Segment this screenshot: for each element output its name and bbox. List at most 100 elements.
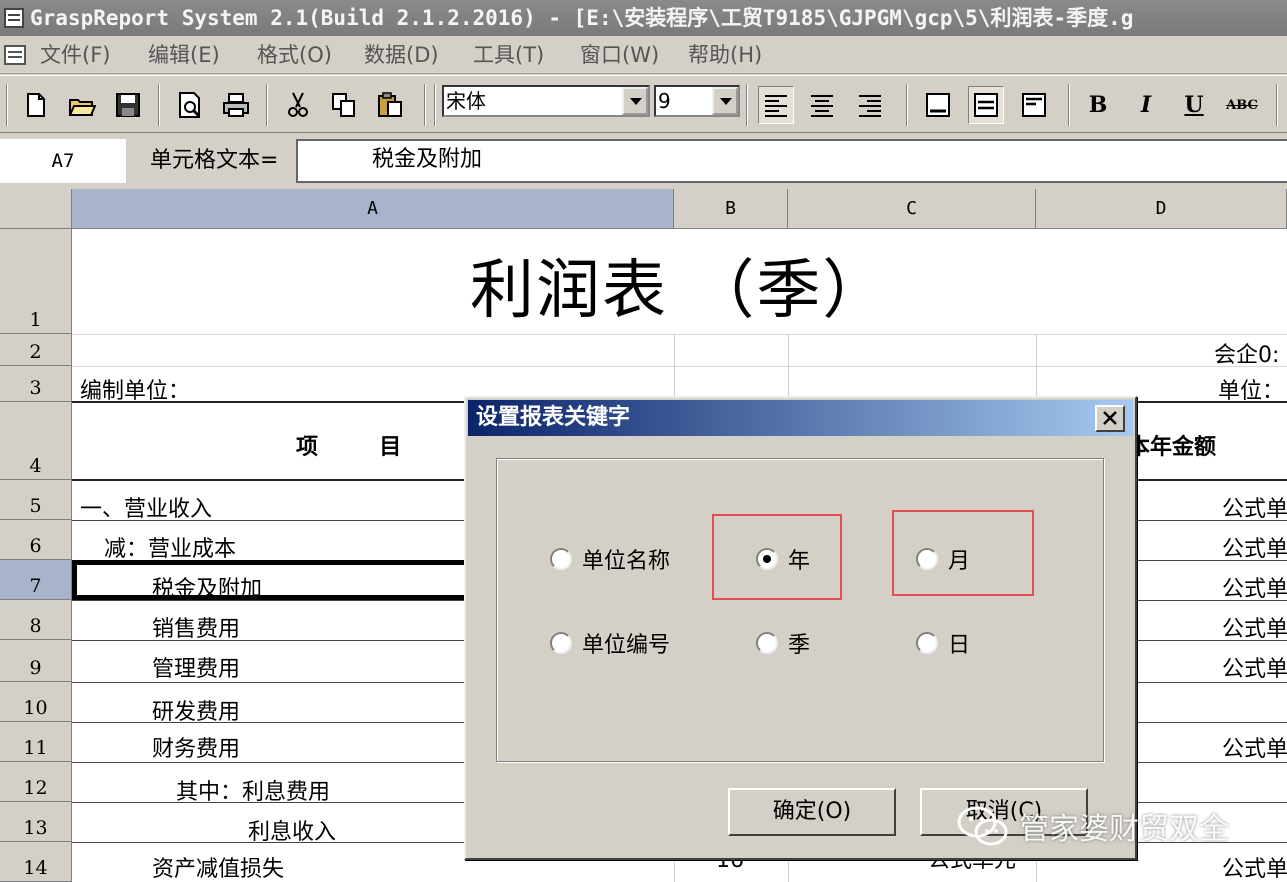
menu-tools[interactable]: 工具(T) [473, 36, 544, 74]
paste-button[interactable] [372, 86, 408, 124]
window-title-bar: GraspReport System 2.1(Build 2.1.2.2016)… [0, 0, 1287, 36]
cell-a5: 一、营业收入 [80, 497, 213, 522]
menu-data[interactable]: 数据(D) [364, 36, 439, 74]
watermark-text: 管家婆财贸双全 [1019, 812, 1229, 847]
row-header[interactable]: 2 [0, 334, 72, 366]
toolbar-separator [158, 84, 160, 126]
column-header-c[interactable]: C [788, 189, 1036, 229]
row-header[interactable]: 9 [0, 640, 72, 682]
font-size-select[interactable]: 9 [654, 85, 740, 117]
row-header[interactable]: 11 [0, 722, 72, 762]
menu-help[interactable]: 帮助(H) [688, 36, 762, 74]
row-header[interactable]: 1 [0, 229, 72, 334]
document-icon[interactable] [4, 45, 26, 65]
column-header-d[interactable]: D [1036, 189, 1287, 229]
cell-text-input[interactable]: 税金及附加 [296, 139, 1287, 183]
radio-unit-name[interactable]: 单位名称 [550, 543, 670, 575]
cell-d4-header: 本年金额 [1128, 435, 1217, 460]
chevron-down-icon[interactable] [712, 87, 738, 115]
radio-label: 日 [948, 633, 971, 658]
scissors-icon [288, 92, 308, 117]
radio-circle[interactable] [916, 632, 938, 654]
cell-a12: 其中：利息费用 [176, 780, 331, 805]
radio-circle[interactable] [916, 548, 938, 570]
valign-top-button[interactable] [1016, 86, 1052, 124]
row-header[interactable]: 3 [0, 366, 72, 402]
radio-label: 年 [788, 549, 811, 574]
menu-window[interactable]: 窗口(W) [580, 36, 659, 74]
valign-bottom-button[interactable] [920, 86, 956, 124]
save-icon [116, 93, 140, 117]
font-size-value: 9 [658, 89, 671, 113]
copy-icon [332, 93, 355, 117]
font-name-select[interactable]: 宋体 [442, 85, 650, 117]
row-header[interactable]: 4 [0, 402, 72, 480]
radio-circle-checked[interactable] [756, 548, 778, 570]
open-file-button[interactable] [64, 86, 100, 124]
window-title: GraspReport System 2.1(Build 2.1.2.2016)… [30, 6, 1134, 30]
menu-format[interactable]: 格式(O) [257, 36, 332, 74]
radio-year[interactable]: 年 [756, 543, 810, 575]
cell-d9: 公式单 [1222, 657, 1287, 682]
column-header-b[interactable]: B [674, 189, 788, 229]
cell-a13: 利息收入 [248, 820, 337, 845]
radio-circle[interactable] [756, 632, 778, 654]
row-header[interactable]: 5 [0, 480, 72, 520]
dialog-title-bar[interactable]: 设置报表关键字 [468, 400, 1133, 436]
row-header[interactable]: 14 [0, 842, 72, 882]
radio-unit-code[interactable]: 单位编号 [550, 627, 670, 659]
bold-button[interactable]: B [1080, 86, 1116, 124]
active-cell-selection[interactable] [72, 560, 472, 600]
align-left-icon [765, 95, 787, 117]
italic-button[interactable]: I [1128, 86, 1164, 124]
print-button[interactable] [218, 86, 254, 124]
ok-button[interactable]: 确定(O) [728, 788, 896, 836]
row-header[interactable]: 6 [0, 520, 72, 560]
row-header[interactable]: 10 [0, 682, 72, 722]
menu-edit[interactable]: 编辑(E) [148, 36, 220, 74]
align-center-button[interactable] [804, 86, 840, 124]
font-name-value: 宋体 [446, 89, 486, 113]
cell-d3: 单位： [1218, 379, 1285, 404]
open-folder-icon [68, 99, 96, 116]
cell-a10: 研发费用 [152, 700, 241, 725]
close-button[interactable] [1095, 405, 1125, 432]
align-right-button[interactable] [852, 86, 888, 124]
toolbar-separator [906, 84, 908, 126]
copy-button[interactable] [326, 86, 362, 124]
row-header[interactable]: 13 [0, 802, 72, 842]
new-file-button[interactable] [18, 86, 54, 124]
radio-circle[interactable] [550, 548, 572, 570]
radio-label: 月 [948, 549, 971, 574]
radio-day[interactable]: 日 [916, 627, 970, 659]
print-preview-button[interactable] [172, 86, 208, 124]
cut-button[interactable] [280, 86, 316, 124]
new-file-icon [27, 93, 45, 117]
cell-d8: 公式单 [1222, 617, 1287, 642]
chevron-down-icon[interactable] [622, 87, 648, 115]
column-header-a[interactable]: A [72, 189, 674, 229]
grid-line [72, 334, 1287, 335]
cell-reference[interactable]: A7 [0, 139, 126, 183]
dialog-title: 设置报表关键字 [476, 405, 631, 430]
keyword-options-group [496, 458, 1104, 762]
radio-quarter[interactable]: 季 [756, 627, 810, 659]
valign-middle-button[interactable] [968, 86, 1004, 124]
cell-d5: 公式单 [1222, 497, 1287, 522]
align-left-button[interactable] [758, 86, 794, 124]
save-button[interactable] [110, 86, 146, 124]
grid-line [72, 366, 1287, 367]
radio-circle[interactable] [550, 632, 572, 654]
strikethrough-button[interactable]: ABC [1224, 86, 1260, 124]
cell-a14: 资产减值损失 [152, 857, 285, 882]
cell-text-label: 单元格文本= [150, 148, 279, 173]
row-header[interactable]: 12 [0, 762, 72, 802]
menu-file[interactable]: 文件(F) [40, 36, 110, 74]
underline-button[interactable]: U [1176, 86, 1212, 124]
row-header[interactable]: 8 [0, 600, 72, 640]
row-header-selected[interactable]: 7 [0, 560, 72, 600]
toolbar: 宋体 9 B I U ABC [0, 75, 1287, 133]
radio-month[interactable]: 月 [916, 543, 970, 575]
toolbar-separator [266, 84, 268, 126]
select-all-corner[interactable] [0, 189, 72, 229]
